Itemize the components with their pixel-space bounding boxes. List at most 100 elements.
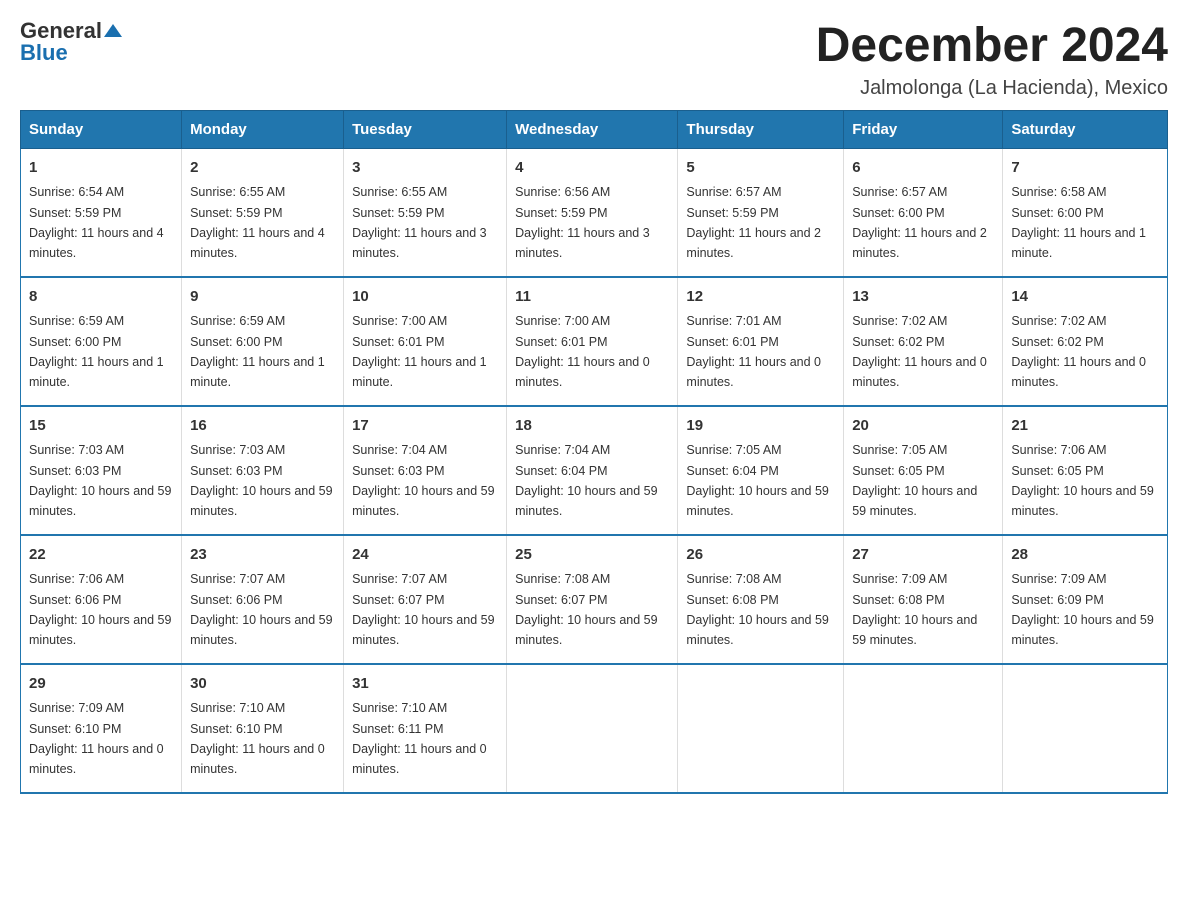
- day-number: 24: [352, 544, 498, 567]
- day-number: 3: [352, 157, 498, 180]
- month-year-title: December 2024: [816, 20, 1168, 73]
- day-number: 21: [1011, 415, 1159, 438]
- day-info: Sunrise: 7:03 AMSunset: 6:03 PMDaylight:…: [29, 443, 171, 518]
- col-tuesday: Tuesday: [344, 110, 507, 148]
- table-row: 26 Sunrise: 7:08 AMSunset: 6:08 PMDaylig…: [678, 535, 844, 664]
- table-row: 8 Sunrise: 6:59 AMSunset: 6:00 PMDayligh…: [21, 277, 182, 406]
- table-row: 29 Sunrise: 7:09 AMSunset: 6:10 PMDaylig…: [21, 664, 182, 793]
- table-row: 24 Sunrise: 7:07 AMSunset: 6:07 PMDaylig…: [344, 535, 507, 664]
- calendar-week-row: 8 Sunrise: 6:59 AMSunset: 6:00 PMDayligh…: [21, 277, 1168, 406]
- day-info: Sunrise: 7:00 AMSunset: 6:01 PMDaylight:…: [352, 314, 487, 389]
- day-info: Sunrise: 6:57 AMSunset: 6:00 PMDaylight:…: [852, 185, 987, 260]
- day-info: Sunrise: 7:02 AMSunset: 6:02 PMDaylight:…: [852, 314, 987, 389]
- calendar-week-row: 29 Sunrise: 7:09 AMSunset: 6:10 PMDaylig…: [21, 664, 1168, 793]
- day-number: 22: [29, 544, 173, 567]
- day-info: Sunrise: 7:00 AMSunset: 6:01 PMDaylight:…: [515, 314, 650, 389]
- table-row: [507, 664, 678, 793]
- day-info: Sunrise: 6:59 AMSunset: 6:00 PMDaylight:…: [29, 314, 164, 389]
- day-number: 5: [686, 157, 835, 180]
- day-number: 11: [515, 286, 669, 309]
- day-info: Sunrise: 6:55 AMSunset: 5:59 PMDaylight:…: [190, 185, 325, 260]
- day-number: 9: [190, 286, 335, 309]
- day-number: 15: [29, 415, 173, 438]
- day-info: Sunrise: 7:09 AMSunset: 6:08 PMDaylight:…: [852, 572, 977, 647]
- calendar-table: Sunday Monday Tuesday Wednesday Thursday…: [20, 110, 1168, 794]
- col-monday: Monday: [182, 110, 344, 148]
- day-number: 13: [852, 286, 994, 309]
- day-info: Sunrise: 6:57 AMSunset: 5:59 PMDaylight:…: [686, 185, 821, 260]
- day-number: 29: [29, 673, 173, 696]
- table-row: [844, 664, 1003, 793]
- table-row: 10 Sunrise: 7:00 AMSunset: 6:01 PMDaylig…: [344, 277, 507, 406]
- day-info: Sunrise: 7:07 AMSunset: 6:07 PMDaylight:…: [352, 572, 494, 647]
- table-row: 9 Sunrise: 6:59 AMSunset: 6:00 PMDayligh…: [182, 277, 344, 406]
- day-info: Sunrise: 6:58 AMSunset: 6:00 PMDaylight:…: [1011, 185, 1146, 260]
- title-block: December 2024 Jalmolonga (La Hacienda), …: [816, 20, 1168, 100]
- day-number: 18: [515, 415, 669, 438]
- day-number: 20: [852, 415, 994, 438]
- day-number: 1: [29, 157, 173, 180]
- table-row: 7 Sunrise: 6:58 AMSunset: 6:00 PMDayligh…: [1003, 148, 1168, 277]
- day-info: Sunrise: 6:55 AMSunset: 5:59 PMDaylight:…: [352, 185, 487, 260]
- logo: General Blue: [20, 20, 122, 66]
- day-number: 14: [1011, 286, 1159, 309]
- table-row: 16 Sunrise: 7:03 AMSunset: 6:03 PMDaylig…: [182, 406, 344, 535]
- table-row: 23 Sunrise: 7:07 AMSunset: 6:06 PMDaylig…: [182, 535, 344, 664]
- table-row: 5 Sunrise: 6:57 AMSunset: 5:59 PMDayligh…: [678, 148, 844, 277]
- day-info: Sunrise: 7:04 AMSunset: 6:03 PMDaylight:…: [352, 443, 494, 518]
- table-row: 25 Sunrise: 7:08 AMSunset: 6:07 PMDaylig…: [507, 535, 678, 664]
- day-number: 25: [515, 544, 669, 567]
- table-row: 3 Sunrise: 6:55 AMSunset: 5:59 PMDayligh…: [344, 148, 507, 277]
- day-number: 8: [29, 286, 173, 309]
- day-number: 30: [190, 673, 335, 696]
- day-number: 26: [686, 544, 835, 567]
- day-info: Sunrise: 7:04 AMSunset: 6:04 PMDaylight:…: [515, 443, 657, 518]
- day-info: Sunrise: 6:59 AMSunset: 6:00 PMDaylight:…: [190, 314, 325, 389]
- day-number: 4: [515, 157, 669, 180]
- table-row: 1 Sunrise: 6:54 AMSunset: 5:59 PMDayligh…: [21, 148, 182, 277]
- day-info: Sunrise: 7:09 AMSunset: 6:09 PMDaylight:…: [1011, 572, 1153, 647]
- table-row: 20 Sunrise: 7:05 AMSunset: 6:05 PMDaylig…: [844, 406, 1003, 535]
- col-saturday: Saturday: [1003, 110, 1168, 148]
- day-info: Sunrise: 7:07 AMSunset: 6:06 PMDaylight:…: [190, 572, 332, 647]
- calendar-week-row: 22 Sunrise: 7:06 AMSunset: 6:06 PMDaylig…: [21, 535, 1168, 664]
- table-row: 19 Sunrise: 7:05 AMSunset: 6:04 PMDaylig…: [678, 406, 844, 535]
- table-row: 22 Sunrise: 7:06 AMSunset: 6:06 PMDaylig…: [21, 535, 182, 664]
- day-number: 23: [190, 544, 335, 567]
- day-number: 12: [686, 286, 835, 309]
- day-info: Sunrise: 7:10 AMSunset: 6:10 PMDaylight:…: [190, 701, 325, 776]
- day-number: 16: [190, 415, 335, 438]
- day-info: Sunrise: 6:56 AMSunset: 5:59 PMDaylight:…: [515, 185, 650, 260]
- day-info: Sunrise: 7:03 AMSunset: 6:03 PMDaylight:…: [190, 443, 332, 518]
- table-row: 30 Sunrise: 7:10 AMSunset: 6:10 PMDaylig…: [182, 664, 344, 793]
- table-row: 17 Sunrise: 7:04 AMSunset: 6:03 PMDaylig…: [344, 406, 507, 535]
- page-header: General Blue December 2024 Jalmolonga (L…: [20, 20, 1168, 100]
- table-row: 28 Sunrise: 7:09 AMSunset: 6:09 PMDaylig…: [1003, 535, 1168, 664]
- col-sunday: Sunday: [21, 110, 182, 148]
- table-row: 6 Sunrise: 6:57 AMSunset: 6:00 PMDayligh…: [844, 148, 1003, 277]
- table-row: 27 Sunrise: 7:09 AMSunset: 6:08 PMDaylig…: [844, 535, 1003, 664]
- table-row: 15 Sunrise: 7:03 AMSunset: 6:03 PMDaylig…: [21, 406, 182, 535]
- day-info: Sunrise: 7:09 AMSunset: 6:10 PMDaylight:…: [29, 701, 164, 776]
- table-row: 2 Sunrise: 6:55 AMSunset: 5:59 PMDayligh…: [182, 148, 344, 277]
- table-row: 13 Sunrise: 7:02 AMSunset: 6:02 PMDaylig…: [844, 277, 1003, 406]
- day-info: Sunrise: 6:54 AMSunset: 5:59 PMDaylight:…: [29, 185, 164, 260]
- day-info: Sunrise: 7:05 AMSunset: 6:05 PMDaylight:…: [852, 443, 977, 518]
- col-wednesday: Wednesday: [507, 110, 678, 148]
- day-info: Sunrise: 7:05 AMSunset: 6:04 PMDaylight:…: [686, 443, 828, 518]
- day-number: 7: [1011, 157, 1159, 180]
- table-row: 21 Sunrise: 7:06 AMSunset: 6:05 PMDaylig…: [1003, 406, 1168, 535]
- table-row: [1003, 664, 1168, 793]
- calendar-week-row: 1 Sunrise: 6:54 AMSunset: 5:59 PMDayligh…: [21, 148, 1168, 277]
- table-row: [678, 664, 844, 793]
- day-number: 28: [1011, 544, 1159, 567]
- calendar-week-row: 15 Sunrise: 7:03 AMSunset: 6:03 PMDaylig…: [21, 406, 1168, 535]
- day-number: 31: [352, 673, 498, 696]
- location-subtitle: Jalmolonga (La Hacienda), Mexico: [816, 77, 1168, 100]
- logo-text-line2: Blue: [20, 40, 68, 66]
- day-info: Sunrise: 7:02 AMSunset: 6:02 PMDaylight:…: [1011, 314, 1146, 389]
- table-row: 4 Sunrise: 6:56 AMSunset: 5:59 PMDayligh…: [507, 148, 678, 277]
- col-friday: Friday: [844, 110, 1003, 148]
- table-row: 14 Sunrise: 7:02 AMSunset: 6:02 PMDaylig…: [1003, 277, 1168, 406]
- col-thursday: Thursday: [678, 110, 844, 148]
